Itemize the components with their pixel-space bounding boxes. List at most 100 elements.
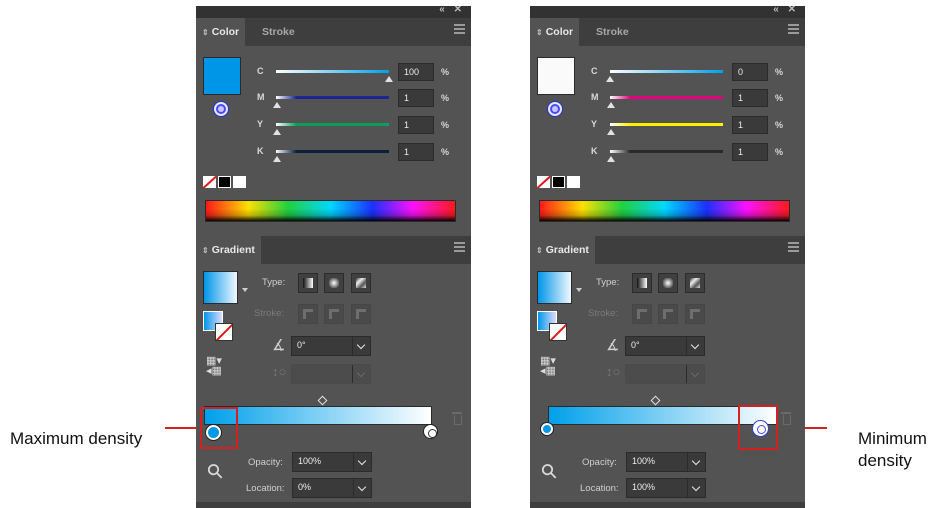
gradient-menu-icon[interactable] — [454, 242, 465, 252]
gradient-menu-icon[interactable] — [788, 242, 799, 252]
tab-color[interactable]: ⇕ Color — [530, 18, 580, 46]
gradient-preset-caret-icon[interactable] — [576, 288, 582, 292]
gradient-preview-swatch[interactable] — [537, 271, 572, 304]
gradient-stop-end[interactable] — [424, 425, 437, 438]
fill-stroke-icon[interactable] — [203, 311, 235, 343]
black-swatch[interactable] — [552, 176, 565, 188]
angle-dropdown[interactable]: 0° — [625, 336, 705, 356]
tab-stroke[interactable]: Stroke — [256, 18, 301, 46]
chevron-down-icon[interactable] — [687, 479, 705, 497]
stroke-across-button — [685, 304, 705, 324]
panel-menu-icon[interactable] — [454, 24, 465, 34]
collapse-close-icons[interactable]: « ✕ — [439, 6, 465, 15]
color-tab-bar: ⇕ Color Stroke — [530, 18, 805, 46]
gradient-midpoint-diamond[interactable] — [317, 395, 328, 406]
color-spectrum-bar[interactable] — [539, 200, 790, 222]
radial-gradient-button[interactable] — [324, 273, 344, 293]
panel-bottom-bar — [530, 502, 805, 508]
stroke-label: Stroke: — [254, 308, 285, 319]
channel-thumb[interactable] — [273, 102, 281, 108]
location-value: 0% — [298, 482, 312, 492]
channel-track[interactable] — [610, 123, 723, 126]
aspect-ratio-dropdown — [291, 364, 371, 384]
gradient-slider[interactable] — [204, 406, 432, 425]
channel-thumb[interactable] — [607, 102, 615, 108]
channel-value-input[interactable]: 1 — [398, 116, 434, 134]
chevron-down-icon[interactable] — [353, 479, 371, 497]
location-dropdown[interactable]: 0% — [292, 478, 372, 498]
channel-track[interactable] — [610, 150, 723, 153]
gradient-preset-caret-icon[interactable] — [242, 288, 248, 292]
channel-label: K — [591, 146, 598, 156]
radial-gradient-button[interactable] — [658, 273, 678, 293]
freeform-gradient-button[interactable] — [351, 273, 371, 293]
chevron-down-icon[interactable] — [687, 453, 705, 471]
channel-value-input[interactable]: 1 — [732, 116, 768, 134]
tab-stroke[interactable]: Stroke — [590, 18, 635, 46]
tab-arrows-icon: ⇕ — [202, 28, 209, 37]
channel-thumb[interactable] — [607, 156, 615, 162]
delete-stop-icon[interactable] — [781, 412, 791, 425]
angle-value: 0° — [297, 340, 306, 350]
eyedropper-icon[interactable]: ⚲ — [201, 457, 229, 485]
reverse-gradient-icon[interactable]: ▦▾ ◂▦ — [206, 356, 222, 377]
angle-dropdown[interactable]: 0° — [291, 336, 371, 356]
opacity-dropdown[interactable]: 100% — [626, 452, 706, 472]
gradient-tab-bar: ⇕ Gradient — [196, 236, 471, 264]
chevron-down-icon[interactable] — [686, 337, 704, 355]
channel-value-input[interactable]: 1 — [398, 89, 434, 107]
opacity-dropdown[interactable]: 100% — [292, 452, 372, 472]
channel-thumb[interactable] — [273, 156, 281, 162]
channel-value-input[interactable]: 1 — [732, 143, 768, 161]
delete-stop-icon[interactable] — [452, 412, 462, 425]
channel-track[interactable] — [276, 96, 389, 99]
opacity-label: Opacity: — [582, 457, 617, 468]
channel-thumb[interactable] — [385, 76, 393, 82]
linear-gradient-button[interactable] — [298, 273, 318, 293]
none-swatch-icon[interactable] — [537, 176, 550, 188]
black-swatch[interactable] — [218, 176, 231, 188]
linear-gradient-button[interactable] — [632, 273, 652, 293]
channel-track[interactable] — [610, 70, 723, 73]
gradient-tab-bar: ⇕ Gradient — [530, 236, 805, 264]
stroke-within-button — [632, 304, 652, 324]
percent-unit: % — [441, 67, 450, 77]
white-swatch[interactable] — [567, 176, 580, 188]
channel-value-input[interactable]: 1 — [398, 143, 434, 161]
freeform-gradient-button[interactable] — [685, 273, 705, 293]
gradient-stop-start[interactable] — [541, 423, 553, 435]
channel-value-input[interactable]: 100 — [398, 63, 434, 81]
channel-value-input[interactable]: 0 — [732, 63, 768, 81]
panel-menu-icon[interactable] — [788, 24, 799, 34]
eyedropper-icon[interactable]: ⚲ — [535, 457, 563, 485]
white-swatch[interactable] — [233, 176, 246, 188]
opacity-label: Opacity: — [248, 457, 283, 468]
tab-gradient[interactable]: ⇕ Gradient — [196, 236, 261, 264]
callout-line-left — [165, 427, 199, 429]
channel-track[interactable] — [276, 123, 389, 126]
channel-track[interactable] — [276, 70, 389, 73]
panel-2: « ✕ ⇕ Color Stroke C 0 % M 1 % Y 1 % K 1… — [530, 6, 805, 508]
type-label: Type: — [596, 277, 620, 288]
channel-thumb[interactable] — [273, 129, 281, 135]
stroke-along-button — [658, 304, 678, 324]
angle-icon: ∡ — [272, 337, 286, 354]
chevron-down-icon[interactable] — [352, 337, 370, 355]
tab-gradient[interactable]: ⇕ Gradient — [530, 236, 595, 264]
channel-thumb[interactable] — [606, 76, 614, 82]
chevron-down-icon[interactable] — [353, 453, 371, 471]
none-swatch-icon[interactable] — [203, 176, 216, 188]
channel-value-input[interactable]: 1 — [732, 89, 768, 107]
slider-row-m: M 1 % — [196, 89, 471, 111]
channel-thumb[interactable] — [607, 129, 615, 135]
reverse-gradient-icon[interactable]: ▦▾ ◂▦ — [540, 356, 556, 377]
tab-color[interactable]: ⇕ Color — [196, 18, 246, 46]
gradient-preview-swatch[interactable] — [203, 271, 238, 304]
channel-track[interactable] — [610, 96, 723, 99]
gradient-midpoint-diamond[interactable] — [650, 395, 661, 406]
collapse-close-icons[interactable]: « ✕ — [773, 6, 799, 15]
fill-stroke-icon[interactable] — [537, 311, 569, 343]
channel-track[interactable] — [276, 150, 389, 153]
color-spectrum-bar[interactable] — [205, 200, 456, 222]
location-dropdown[interactable]: 100% — [626, 478, 706, 498]
